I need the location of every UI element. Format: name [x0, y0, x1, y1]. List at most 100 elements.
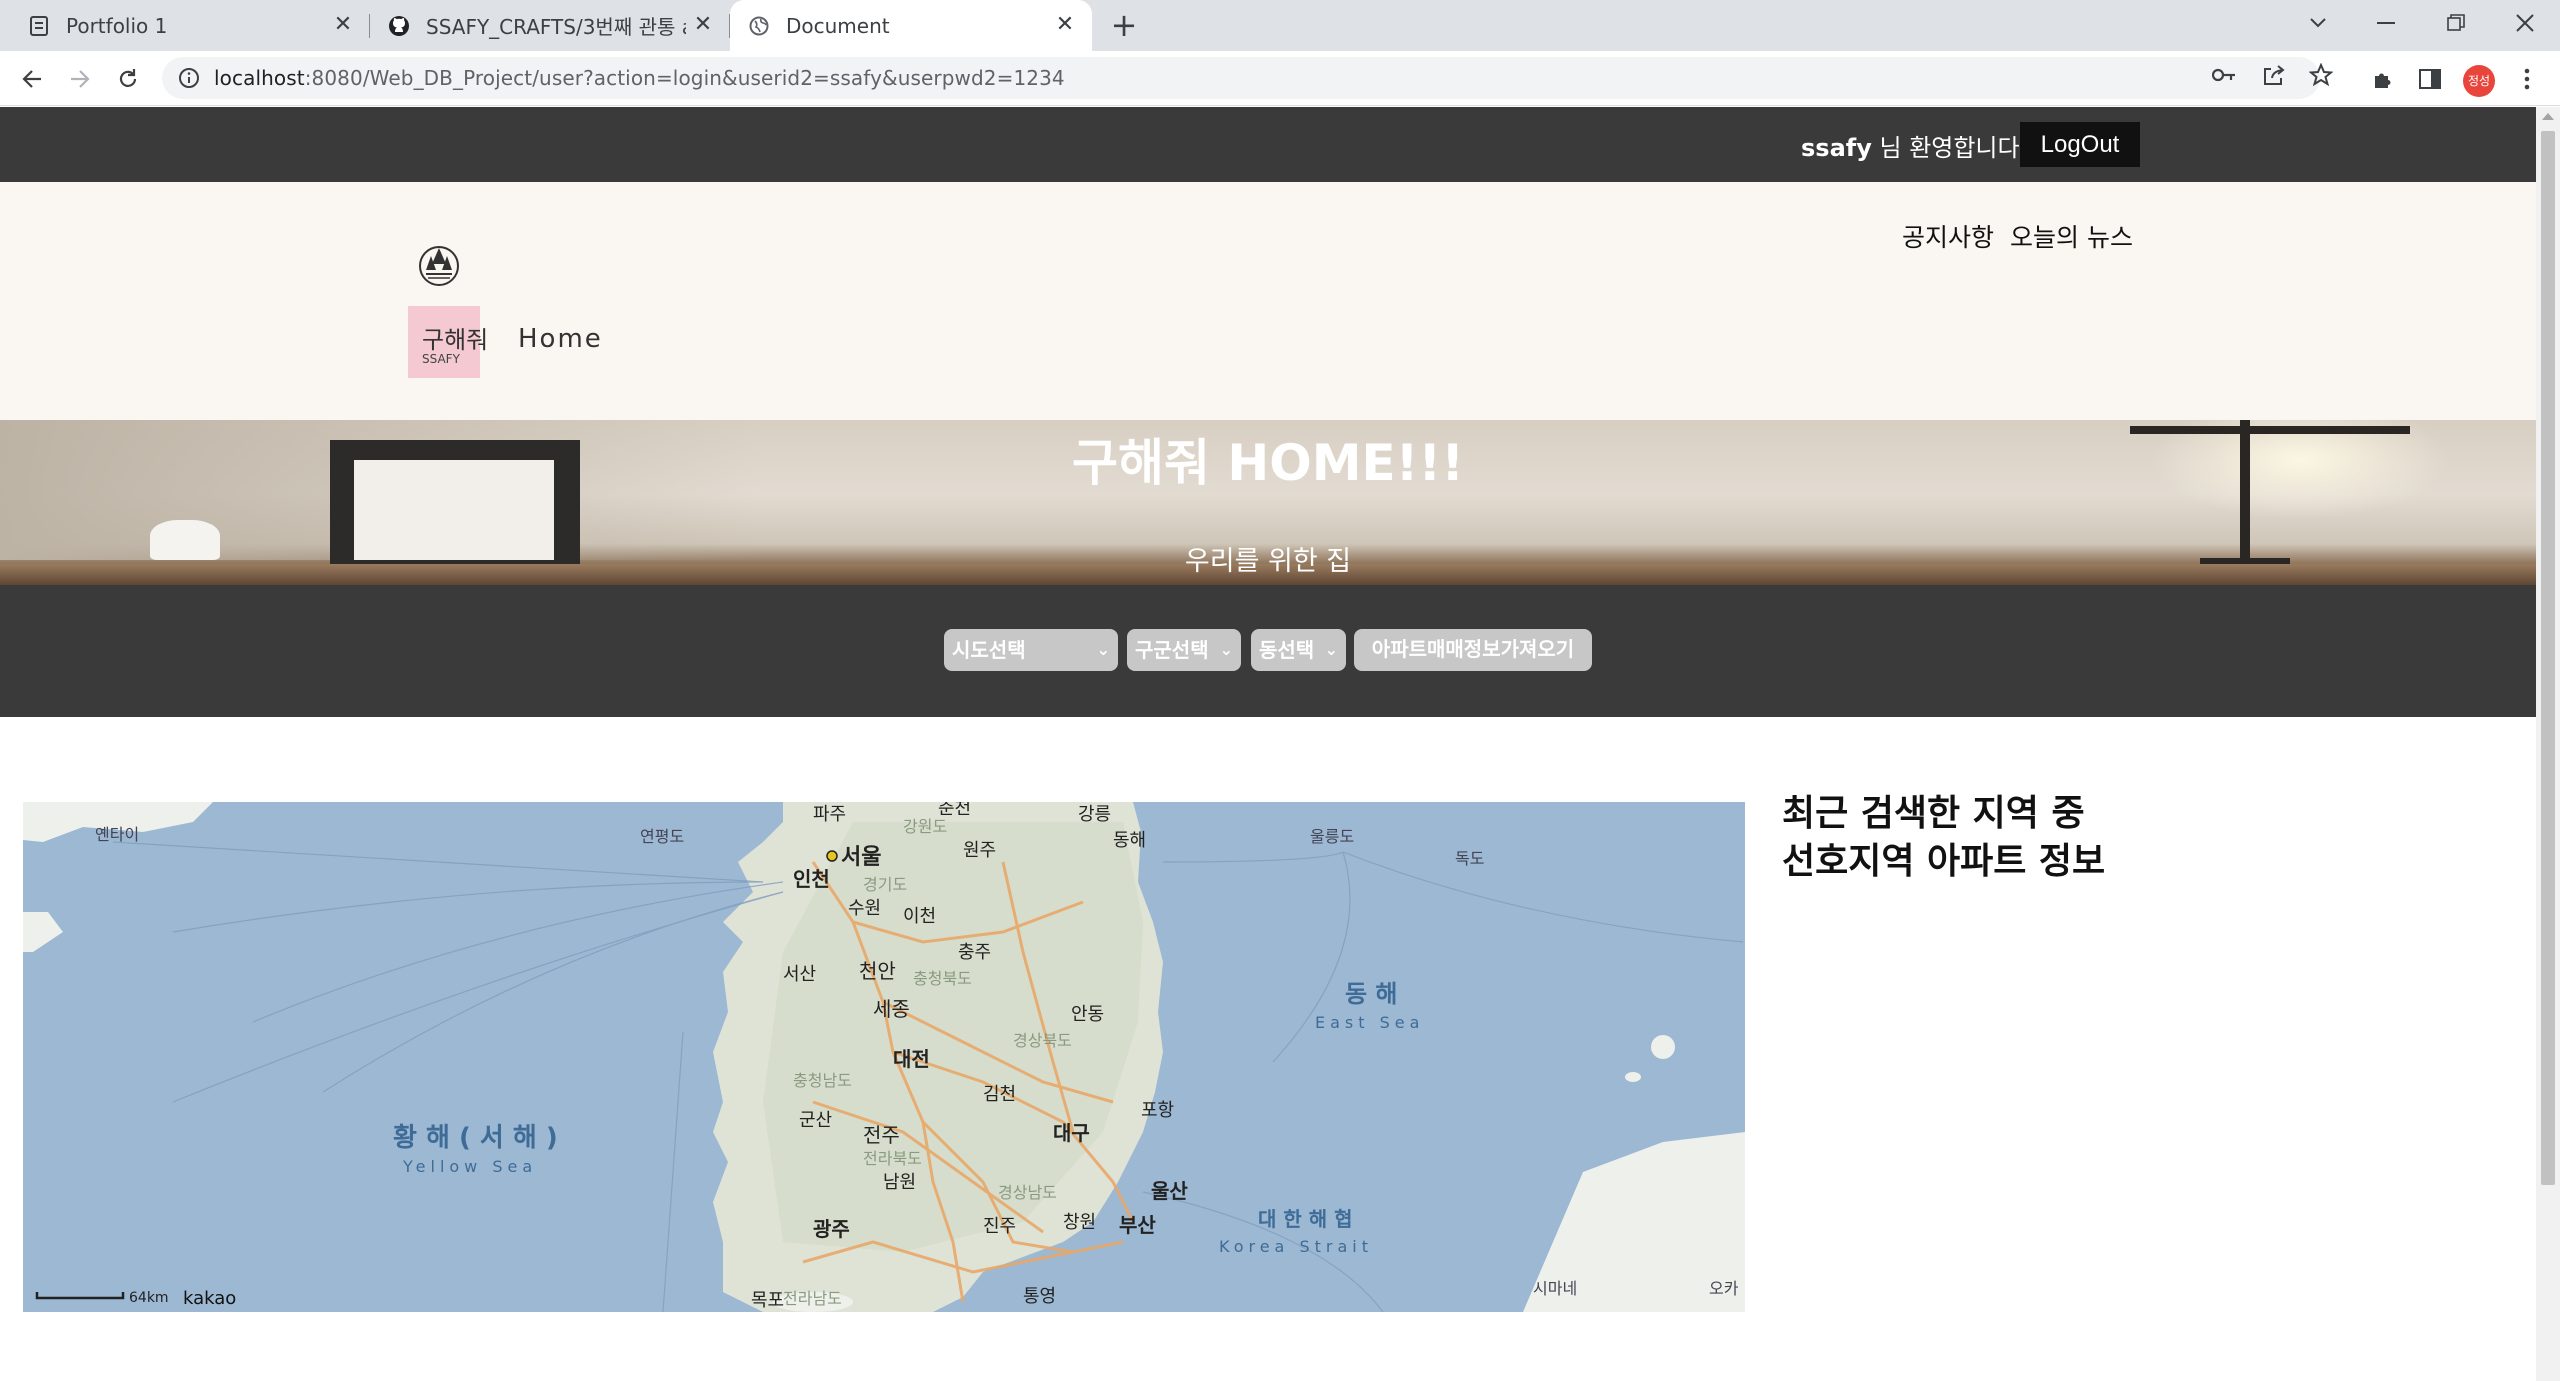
map-label-gimcheon: 김천 [983, 1084, 1016, 1105]
map-label-seoul: 서울 [841, 845, 881, 870]
page-icon [28, 15, 50, 37]
chevron-down-icon: ⌄ [1324, 640, 1338, 659]
map-label-yeonpyeongdo: 연평도 [640, 827, 684, 846]
close-icon[interactable]: ✕ [332, 14, 354, 36]
tab-document[interactable]: Document ✕ [730, 0, 1092, 51]
tab-title: Document [786, 13, 890, 38]
tab-portfolio[interactable]: Portfolio 1 ✕ [0, 0, 370, 51]
github-icon [388, 15, 410, 37]
map-label-gangneung: 강릉 [1078, 804, 1111, 825]
map-label-yellow-sea: 황 해 ( 서 해 ) [393, 1123, 558, 1153]
close-icon[interactable]: ✕ [1054, 14, 1076, 36]
minimize-button[interactable] [2351, 0, 2421, 46]
map-label-oka: 오카 [1709, 1279, 1739, 1298]
url-text: localhost:8080/Web_DB_Project/user?actio… [214, 66, 1065, 90]
map-label-tongyeong: 통영 [1023, 1286, 1056, 1307]
close-window-button[interactable] [2490, 0, 2560, 46]
map-label-donghae: 동해 [1113, 830, 1146, 851]
scrollbar-thumb[interactable] [2541, 131, 2555, 1185]
hero-subtitle: 우리를 위한 집 [1184, 546, 1352, 577]
fetch-apartment-button[interactable]: 아파트매매정보가져오기 [1354, 629, 1592, 671]
kakao-logo: kakao [183, 1288, 236, 1309]
page-scrollbar[interactable] [2536, 107, 2560, 1381]
dong-select[interactable]: 동선택 ⌄ [1251, 629, 1346, 671]
recent-title-line2: 선호지역 아파트 정보 [1782, 841, 2106, 882]
logo-home-text: Home [518, 324, 603, 354]
extensions-icon[interactable] [2368, 64, 2398, 94]
tab-github[interactable]: SSAFY_CRAFTS/3번째 관통 at m ✕ [370, 0, 730, 51]
kakao-map[interactable]: 서울 인천 파주 춘천 강릉 원주 동해 수원 이천 충주 서산 천안 세종 대… [23, 802, 1745, 1312]
forward-button[interactable] [62, 61, 98, 97]
tab-title: SSAFY_CRAFTS/3번째 관통 at m [426, 15, 686, 39]
sido-select[interactable]: 시도선택 ⌄ [944, 629, 1118, 671]
recent-search-heading: 최근 검색한 지역 중 선호지역 아파트 정보 [1782, 790, 2105, 886]
bookmark-star-icon[interactable] [2307, 61, 2335, 89]
info-icon[interactable] [178, 67, 200, 89]
map-label-yellow-sea-en: Yellow Sea [402, 1157, 537, 1176]
search-bar: 시도선택 ⌄ 구군선택 ⌄ 동선택 ⌄ 아파트매매정보가져오기 [0, 585, 2536, 717]
map-label-east-sea: 동 해 [1345, 980, 1398, 1008]
tree-logo-icon [419, 246, 459, 286]
map-label-daegu: 대구 [1053, 1121, 1090, 1145]
nav-notice[interactable]: 공지사항 [1902, 223, 1994, 252]
map-label-jeonbuk: 전라북도 [863, 1149, 922, 1168]
map-canvas[interactable]: 서울 인천 파주 춘천 강릉 원주 동해 수원 이천 충주 서산 천안 세종 대… [23, 802, 1745, 1312]
map-label-andong: 안동 [1071, 1004, 1104, 1025]
new-tab-button[interactable]: + [1106, 8, 1142, 44]
logout-button[interactable]: LogOut [2020, 122, 2140, 167]
map-label-gyeongnam: 경상남도 [998, 1183, 1057, 1202]
restore-button[interactable] [2421, 0, 2491, 46]
map-label-chungju: 충주 [958, 942, 991, 963]
page-viewport: ssafy 님 환영합니다. LogOut 구해줘 SSAFY Home 공지사… [0, 107, 2536, 1381]
chevron-down-icon: ⌄ [1219, 640, 1233, 659]
back-button[interactable] [14, 61, 50, 97]
map-label-suwon: 수원 [848, 898, 881, 919]
map-label-cheonan: 천안 [859, 959, 896, 983]
map-island-dokdo [1625, 1072, 1641, 1082]
tab-title: Portfolio 1 [66, 13, 168, 38]
map-label-jeonnam: 전라남도 [783, 1289, 842, 1308]
site-logo[interactable]: 구해줘 SSAFY Home [384, 212, 614, 412]
dong-select-value: 동선택 [1259, 638, 1315, 662]
chevron-down-icon: ⌄ [1096, 640, 1110, 659]
welcome-suffix: 님 환영합니다. [1871, 134, 2028, 162]
hero-title: 구해줘 HOME!!! [1071, 434, 1465, 492]
map-label-icheon: 이천 [903, 906, 936, 927]
globe-icon [748, 15, 770, 37]
address-bar[interactable]: localhost:8080/Web_DB_Project/user?actio… [162, 57, 2320, 99]
share-icon[interactable] [2260, 61, 2288, 89]
tab-search-icon[interactable] [2283, 0, 2353, 46]
menu-icon[interactable] [2512, 64, 2542, 94]
reload-button[interactable] [110, 61, 146, 97]
profile-avatar[interactable]: 정성 [2463, 65, 2495, 97]
map-label-gyeonggi: 경기도 [863, 875, 907, 894]
user-bar: ssafy 님 환영합니다. LogOut [0, 107, 2536, 182]
map-label-pohang: 포항 [1141, 1100, 1174, 1121]
close-icon[interactable]: ✕ [692, 14, 714, 36]
map-label-changwon: 창원 [1063, 1212, 1096, 1233]
map-label-ulleungdo: 울릉도 [1310, 827, 1354, 846]
map-label-seosan: 서산 [783, 964, 816, 985]
map-label-korea-strait: 대 한 해 협 [1258, 1207, 1353, 1231]
map-label-daejeon: 대전 [893, 1047, 930, 1071]
key-icon[interactable] [2210, 61, 2238, 89]
map-land-china-west [23, 912, 63, 952]
logo-sub-text: SSAFY [422, 352, 460, 366]
map-scale: 64km kakao [35, 1288, 236, 1309]
map-scale-label: 64km [129, 1290, 169, 1306]
map-label-mokpo: 목포 [751, 1290, 784, 1311]
map-label-paju: 파주 [813, 804, 846, 825]
recent-title-line1: 최근 검색한 지역 중 [1782, 793, 2085, 834]
side-panel-icon[interactable] [2415, 64, 2445, 94]
username: ssafy [1801, 134, 1872, 162]
map-label-jeonju: 전주 [863, 1123, 900, 1147]
nav-news[interactable]: 오늘의 뉴스 [2010, 223, 2133, 252]
map-label-yantai: 옌타이 [95, 825, 139, 844]
map-label-chungnam: 충청남도 [793, 1071, 852, 1090]
top-navigation: 공지사항 오늘의 뉴스 [1902, 218, 2149, 254]
map-label-gwangju: 광주 [813, 1217, 850, 1241]
map-label-gangwon: 강원도 [903, 817, 947, 836]
scroll-up-arrow-icon[interactable] [2542, 113, 2554, 120]
browser-tab-strip: Portfolio 1 ✕ SSAFY_CRAFTS/3번째 관통 at m ✕… [0, 0, 2560, 51]
gugun-select[interactable]: 구군선택 ⌄ [1127, 629, 1241, 671]
